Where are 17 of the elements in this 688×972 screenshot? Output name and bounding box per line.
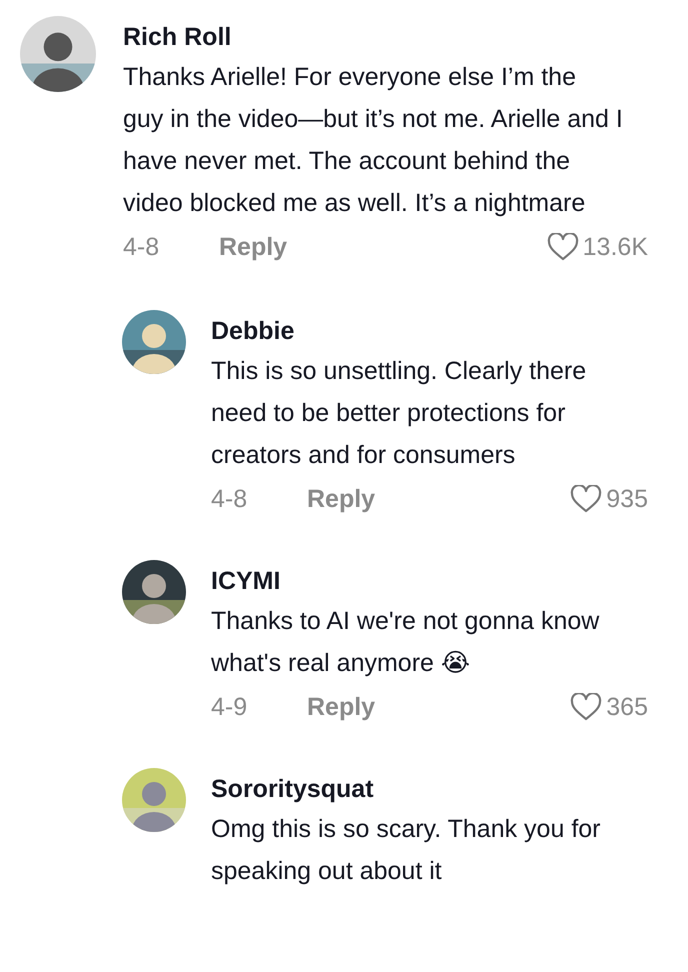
heart-icon[interactable] (546, 233, 579, 261)
like-count: 365 (606, 692, 648, 722)
comment-date: 4-8 (211, 484, 248, 514)
username[interactable]: Sororitysquat (211, 770, 648, 808)
comment-text: Omg this is so scary. Thank you for speaking out about it (211, 814, 602, 887)
comment-text: Thanks to AI we're not gonna know what's real anymore 😭 (211, 606, 600, 679)
username[interactable]: Rich Roll (123, 18, 648, 56)
like-count: 935 (606, 484, 648, 514)
like-count: 13.6K (582, 232, 648, 262)
username[interactable]: Debbie (211, 312, 648, 350)
comment-date: 4-8 (123, 232, 160, 262)
comment-date: 4-9 (211, 692, 248, 722)
comment-text: Thanks Arielle! For everyone else I’m the guy in the video—but it’s not me. Arielle and I have never met. The account behind the video blocked me as well. It’s a nightmare (123, 62, 623, 219)
heart-icon[interactable] (570, 485, 602, 513)
comment-text: This is so unsettling. Clearly there need to be better protections for creators and for consumers (211, 356, 588, 471)
heart-icon[interactable] (570, 693, 602, 721)
username[interactable]: ICYMI (211, 562, 648, 600)
